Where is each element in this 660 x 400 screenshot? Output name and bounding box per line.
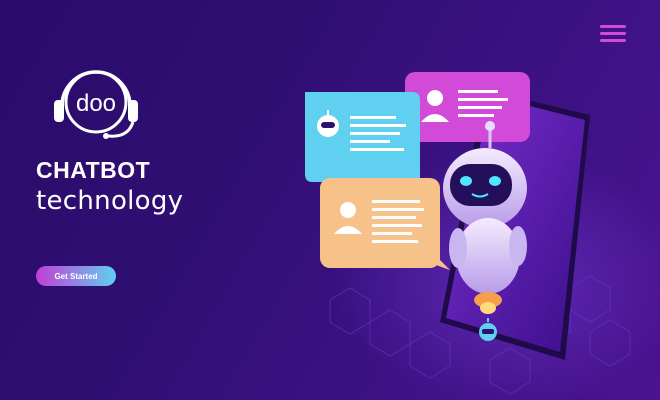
user-bubble-bottom	[320, 178, 450, 270]
menu-button[interactable]	[600, 25, 626, 45]
hero-subtitle: technology	[36, 186, 184, 216]
chatbot-illustration	[290, 60, 660, 400]
logo-text: doo	[76, 90, 116, 117]
hero-title: CHATBOT	[36, 157, 151, 183]
menu-bar	[600, 32, 626, 35]
get-started-button[interactable]: Get Started	[36, 266, 116, 286]
headset-icon: doo	[54, 70, 138, 139]
bot-bubble	[305, 92, 438, 192]
menu-bar	[600, 25, 626, 28]
menu-bar	[600, 39, 626, 42]
brand-logo: doo	[48, 60, 144, 144]
user-bubble-top	[405, 72, 530, 142]
